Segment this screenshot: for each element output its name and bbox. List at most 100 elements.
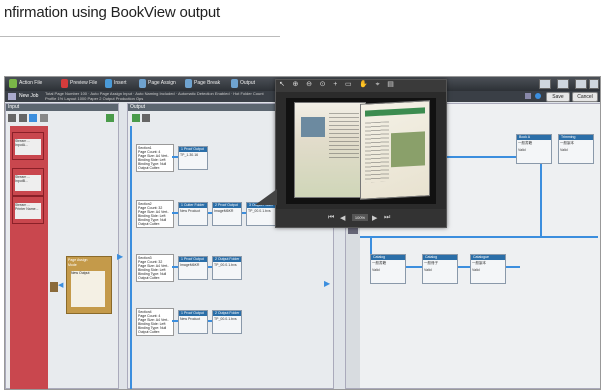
settings-icon[interactable] [525, 93, 531, 99]
zoom-fit-icon[interactable]: ⊙ [320, 80, 326, 88]
bookview-toolbar: ↖ ⊕ ⊖ ⊙ + ▭ ✋ ⌖ ▤ [276, 80, 446, 92]
grid-icon[interactable] [589, 79, 599, 89]
bookview-statusbar: ⏮ ◀ 100% ▶ ⏭ [276, 209, 446, 227]
book-right-page [360, 100, 430, 200]
toolbar-page-assign[interactable]: Page Assign [148, 80, 176, 86]
process-node-status: Valid [424, 268, 432, 272]
section-card[interactable]: Section2 Page Count: 32 Page Size: A4 Vert… [136, 200, 174, 228]
process-node-body: TP_00.0.1.bvs [214, 263, 237, 267]
input-item-1-label: Stream ... InputA... [15, 139, 41, 155]
process-node-title: 2 Output Folder [213, 311, 241, 316]
output-tool-icon[interactable] [142, 114, 150, 122]
process-node-status: Valid [518, 148, 526, 152]
page-break-icon[interactable] [185, 79, 192, 88]
process-node-body: 一般製本 [560, 141, 574, 145]
toolbar-insert[interactable]: Insert [114, 80, 127, 86]
bookview-canvas[interactable] [286, 98, 436, 204]
toolbar-output[interactable]: Output [240, 80, 255, 86]
output-add-icon[interactable] [132, 114, 140, 122]
process-node-title-text: Proof Output [183, 311, 204, 315]
toolbar-page-break[interactable]: Page Break [194, 80, 220, 86]
input-item-2[interactable]: Stream ... InputB... [12, 168, 44, 196]
process-node[interactable]: 1 Proof Output ImageM6KR [178, 256, 208, 280]
zoom-in-icon[interactable]: ⊕ [293, 80, 299, 88]
zoom-level-icon[interactable]: ▭ [345, 80, 352, 88]
process-node-title-text: Proof Output [183, 257, 204, 261]
action-file-icon[interactable] [9, 79, 17, 88]
process-node-status: Valid [560, 148, 568, 152]
next-page-icon[interactable]: ▶ [372, 214, 377, 222]
toolbar-action-file[interactable]: Action File [19, 80, 42, 86]
input-add-icon[interactable] [106, 114, 114, 122]
save-button[interactable]: Save [546, 92, 570, 102]
edit-input-icon[interactable] [18, 114, 27, 122]
job-info-text: Total Page Number 100 · Auto Page Assign… [45, 91, 264, 101]
print-icon[interactable]: ▤ [387, 80, 394, 88]
page-assign-subtitle: Mode [68, 263, 77, 267]
insert-icon[interactable] [105, 79, 112, 88]
cancel-button[interactable]: Cancel [572, 92, 598, 102]
process-node[interactable]: Trimming 一般製本 Valid [558, 134, 594, 164]
preview-file-icon[interactable] [61, 79, 68, 88]
info-icon[interactable] [535, 93, 541, 99]
section-card-line: Output Cutter: [138, 166, 160, 170]
hand-icon[interactable]: ✋ [359, 80, 368, 88]
process-node-title-text: Output Folder [217, 257, 240, 261]
process-node[interactable]: 2 Output Folder TP_00.0.1.bvs [212, 310, 242, 334]
process-node-body: ImageM6KR [180, 263, 200, 267]
page-assign-node-label: New Output [71, 271, 90, 275]
section-card[interactable]: Section1 Page Count: 4 Page Size: A4 Vert.… [136, 144, 174, 172]
input-item-3[interactable]: Stream ... Printer Name... [12, 196, 44, 224]
heading-rule [0, 36, 280, 37]
new-job-icon[interactable] [8, 93, 16, 100]
book-left-page [294, 102, 366, 198]
process-node-body: TP_1.30.16 [180, 153, 199, 157]
input-item-1[interactable]: Stream ... InputA... [12, 132, 44, 160]
process-node[interactable]: Book A 一般書籍 Valid [516, 134, 552, 164]
process-node-status: Valid [372, 268, 380, 272]
pointer-icon[interactable]: ↖ [279, 80, 285, 88]
process-node-title: 2 Proof Output [213, 203, 241, 208]
zoom-out-icon[interactable]: ⊖ [306, 80, 312, 88]
add-input-icon[interactable] [8, 114, 16, 122]
process-node[interactable]: 3 Output Folder TP_00.0.1.bvs [246, 202, 276, 226]
window-icon[interactable] [575, 79, 587, 89]
page-assign-icon[interactable] [139, 79, 146, 88]
measure-icon[interactable]: ⌖ [376, 81, 380, 89]
process-node-title: 2 Output Folder [213, 257, 241, 262]
view-input-icon[interactable] [29, 114, 38, 122]
page-assign-node[interactable]: Page Assign Mode New Output [66, 256, 112, 314]
process-node[interactable]: Catalog 一般冊子 Valid [422, 254, 458, 284]
process-flow-line [360, 236, 598, 238]
process-node[interactable]: 1 Proof Output New Product [178, 310, 208, 334]
process-node[interactable]: 2 Proof Output ImageM6KR [212, 202, 242, 226]
process-node-title: 1 Proof Output [179, 257, 207, 262]
first-page-icon[interactable]: ⏮ [328, 214, 334, 222]
monitor-icon[interactable] [539, 79, 551, 89]
toolbar-preview-file[interactable]: Preview File [70, 80, 97, 86]
process-node[interactable]: Catalogue 一般製本 Valid [470, 254, 506, 284]
zoom-readout[interactable]: 100% [352, 214, 368, 221]
process-node-body: New Product [180, 209, 201, 213]
process-node[interactable]: 1 Proof Output TP_1.30.16 [178, 146, 208, 170]
process-node[interactable]: 2 Output Folder TP_00.0.1.bvs [212, 256, 242, 280]
output-arrow-icon: ▶ [324, 279, 331, 288]
input-red-column [10, 126, 48, 389]
zoom-step-icon[interactable]: + [333, 81, 337, 88]
monitor-icon-2[interactable] [557, 79, 569, 89]
output-icon[interactable] [231, 79, 238, 88]
process-node-title-text: Output Folder [217, 311, 240, 315]
section-card[interactable]: Section3 Page Count: 32 Page Size: A4 Vert… [136, 254, 174, 282]
new-job-button[interactable]: New Job [19, 93, 38, 99]
last-page-icon[interactable]: ⏭ [384, 214, 390, 222]
bookview-popup: ↖ ⊕ ⊖ ⊙ + ▭ ✋ ⌖ ▤ ⏮ ◀ 100% ▶ ⏭ [275, 79, 447, 228]
process-node[interactable]: Catalog 一般書籍 Valid [370, 254, 406, 284]
process-node-title: 1 Proof Output [179, 311, 207, 316]
process-node[interactable]: 1 Cutter Folder New Product [178, 202, 208, 226]
process-node-body: TP_00.0.1.bvs [248, 209, 271, 213]
sort-input-icon[interactable] [40, 114, 49, 122]
process-node-status: Valid [472, 268, 480, 272]
section-card[interactable]: Section4 Page Count: 4 Page Size: A4 Vert.… [136, 308, 174, 336]
prev-page-icon[interactable]: ◀ [340, 214, 345, 222]
right-page-photo [391, 131, 425, 168]
